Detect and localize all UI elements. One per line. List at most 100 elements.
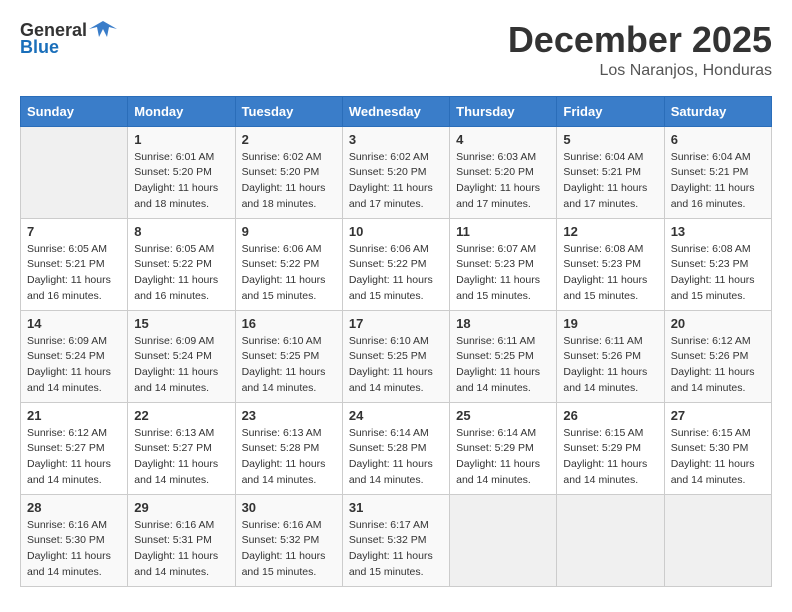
weekday-header-friday: Friday [557,96,664,126]
calendar-week-row: 14 Sunrise: 6:09 AMSunset: 5:24 PMDayligh… [21,310,772,402]
calendar-cell: 27 Sunrise: 6:15 AMSunset: 5:30 PMDayligh… [664,402,771,494]
calendar-cell: 19 Sunrise: 6:11 AMSunset: 5:26 PMDayligh… [557,310,664,402]
day-info: Sunrise: 6:10 AMSunset: 5:25 PMDaylight:… [242,334,336,397]
calendar-cell: 1 Sunrise: 6:01 AMSunset: 5:20 PMDaylight… [128,126,235,218]
day-info: Sunrise: 6:03 AMSunset: 5:20 PMDaylight:… [456,150,550,213]
day-number: 13 [671,224,765,239]
logo-blue-text: Blue [20,37,59,58]
day-number: 5 [563,132,657,147]
day-info: Sunrise: 6:06 AMSunset: 5:22 PMDaylight:… [349,242,443,305]
calendar-cell: 17 Sunrise: 6:10 AMSunset: 5:25 PMDayligh… [342,310,449,402]
day-info: Sunrise: 6:09 AMSunset: 5:24 PMDaylight:… [134,334,228,397]
day-info: Sunrise: 6:12 AMSunset: 5:27 PMDaylight:… [27,426,121,489]
day-number: 9 [242,224,336,239]
weekday-header-thursday: Thursday [450,96,557,126]
day-info: Sunrise: 6:14 AMSunset: 5:29 PMDaylight:… [456,426,550,489]
day-info: Sunrise: 6:14 AMSunset: 5:28 PMDaylight:… [349,426,443,489]
day-number: 16 [242,316,336,331]
calendar-cell: 30Sunrise: 6:16 AMSunset: 5:32 PMDayligh… [235,494,342,586]
calendar-cell: 10 Sunrise: 6:06 AMSunset: 5:22 PMDayligh… [342,218,449,310]
calendar-cell: 8 Sunrise: 6:05 AMSunset: 5:22 PMDaylight… [128,218,235,310]
calendar-week-row: 1 Sunrise: 6:01 AMSunset: 5:20 PMDaylight… [21,126,772,218]
day-info: Sunrise: 6:07 AMSunset: 5:23 PMDaylight:… [456,242,550,305]
day-info: Sunrise: 6:02 AMSunset: 5:20 PMDaylight:… [349,150,443,213]
calendar-cell: 6Sunrise: 6:04 AMSunset: 5:21 PMDaylight… [664,126,771,218]
calendar-cell: 3 Sunrise: 6:02 AMSunset: 5:20 PMDaylight… [342,126,449,218]
day-info: Sunrise: 6:15 AMSunset: 5:30 PMDaylight:… [671,426,765,489]
day-info: Sunrise: 6:15 AMSunset: 5:29 PMDaylight:… [563,426,657,489]
day-number: 27 [671,408,765,423]
day-info: Sunrise: 6:05 AMSunset: 5:22 PMDaylight:… [134,242,228,305]
calendar-cell: 28 Sunrise: 6:16 AMSunset: 5:30 PMDayligh… [21,494,128,586]
day-number: 1 [134,132,228,147]
day-number: 17 [349,316,443,331]
calendar-cell: 11 Sunrise: 6:07 AMSunset: 5:23 PMDayligh… [450,218,557,310]
calendar-cell: 12Sunrise: 6:08 AMSunset: 5:23 PMDayligh… [557,218,664,310]
weekday-header-sunday: Sunday [21,96,128,126]
day-info: Sunrise: 6:16 AMSunset: 5:31 PMDaylight:… [134,518,228,581]
day-info: Sunrise: 6:04 AMSunset: 5:21 PMDaylight:… [563,150,657,213]
calendar-cell [664,494,771,586]
day-number: 19 [563,316,657,331]
day-number: 22 [134,408,228,423]
day-number: 3 [349,132,443,147]
day-info: Sunrise: 6:08 AMSunset: 5:23 PMDaylight:… [671,242,765,305]
day-info: Sunrise: 6:13 AMSunset: 5:27 PMDaylight:… [134,426,228,489]
day-info: Sunrise: 6:16 AMSunset: 5:30 PMDaylight:… [27,518,121,581]
logo-bird-icon [89,19,117,41]
calendar-week-row: 28 Sunrise: 6:16 AMSunset: 5:30 PMDayligh… [21,494,772,586]
day-number: 24 [349,408,443,423]
calendar-cell: 29 Sunrise: 6:16 AMSunset: 5:31 PMDayligh… [128,494,235,586]
day-info: Sunrise: 6:13 AMSunset: 5:28 PMDaylight:… [242,426,336,489]
weekday-header-wednesday: Wednesday [342,96,449,126]
calendar-cell: 14 Sunrise: 6:09 AMSunset: 5:24 PMDayligh… [21,310,128,402]
calendar-cell: 15 Sunrise: 6:09 AMSunset: 5:24 PMDayligh… [128,310,235,402]
calendar-cell: 2 Sunrise: 6:02 AMSunset: 5:20 PMDaylight… [235,126,342,218]
calendar-cell: 20Sunrise: 6:12 AMSunset: 5:26 PMDayligh… [664,310,771,402]
day-number: 8 [134,224,228,239]
day-number: 2 [242,132,336,147]
day-number: 25 [456,408,550,423]
calendar-cell: 18Sunrise: 6:11 AMSunset: 5:25 PMDayligh… [450,310,557,402]
day-number: 21 [27,408,121,423]
day-number: 11 [456,224,550,239]
day-number: 29 [134,500,228,515]
day-number: 14 [27,316,121,331]
day-number: 26 [563,408,657,423]
day-info: Sunrise: 6:10 AMSunset: 5:25 PMDaylight:… [349,334,443,397]
location-title: Los Naranjos, Honduras [508,62,772,80]
calendar-week-row: 21 Sunrise: 6:12 AMSunset: 5:27 PMDayligh… [21,402,772,494]
day-info: Sunrise: 6:17 AMSunset: 5:32 PMDaylight:… [349,518,443,581]
calendar-header-row: SundayMondayTuesdayWednesdayThursdayFrid… [21,96,772,126]
page-header: General Blue December 2025 Los Naranjos,… [20,20,772,80]
calendar-cell: 22 Sunrise: 6:13 AMSunset: 5:27 PMDayligh… [128,402,235,494]
calendar-cell: 9 Sunrise: 6:06 AMSunset: 5:22 PMDaylight… [235,218,342,310]
calendar-cell: 25 Sunrise: 6:14 AMSunset: 5:29 PMDayligh… [450,402,557,494]
day-number: 28 [27,500,121,515]
calendar-cell [450,494,557,586]
day-info: Sunrise: 6:05 AMSunset: 5:21 PMDaylight:… [27,242,121,305]
day-number: 12 [563,224,657,239]
calendar-cell: 31Sunrise: 6:17 AMSunset: 5:32 PMDayligh… [342,494,449,586]
calendar-week-row: 7 Sunrise: 6:05 AMSunset: 5:21 PMDaylight… [21,218,772,310]
calendar-cell [557,494,664,586]
calendar-cell: 24 Sunrise: 6:14 AMSunset: 5:28 PMDayligh… [342,402,449,494]
day-info: Sunrise: 6:11 AMSunset: 5:25 PMDaylight:… [456,334,550,397]
calendar-cell: 4Sunrise: 6:03 AMSunset: 5:20 PMDaylight… [450,126,557,218]
calendar-cell: 7 Sunrise: 6:05 AMSunset: 5:21 PMDaylight… [21,218,128,310]
day-info: Sunrise: 6:02 AMSunset: 5:20 PMDaylight:… [242,150,336,213]
day-info: Sunrise: 6:06 AMSunset: 5:22 PMDaylight:… [242,242,336,305]
day-info: Sunrise: 6:12 AMSunset: 5:26 PMDaylight:… [671,334,765,397]
calendar-cell [21,126,128,218]
day-info: Sunrise: 6:01 AMSunset: 5:20 PMDaylight:… [134,150,228,213]
day-info: Sunrise: 6:09 AMSunset: 5:24 PMDaylight:… [27,334,121,397]
calendar-cell: 5 Sunrise: 6:04 AMSunset: 5:21 PMDaylight… [557,126,664,218]
calendar-cell: 21 Sunrise: 6:12 AMSunset: 5:27 PMDayligh… [21,402,128,494]
day-number: 7 [27,224,121,239]
day-info: Sunrise: 6:11 AMSunset: 5:26 PMDaylight:… [563,334,657,397]
calendar-cell: 23Sunrise: 6:13 AMSunset: 5:28 PMDayligh… [235,402,342,494]
day-number: 10 [349,224,443,239]
day-number: 15 [134,316,228,331]
calendar-cell: 13 Sunrise: 6:08 AMSunset: 5:23 PMDayligh… [664,218,771,310]
title-block: December 2025 Los Naranjos, Honduras [508,20,772,80]
